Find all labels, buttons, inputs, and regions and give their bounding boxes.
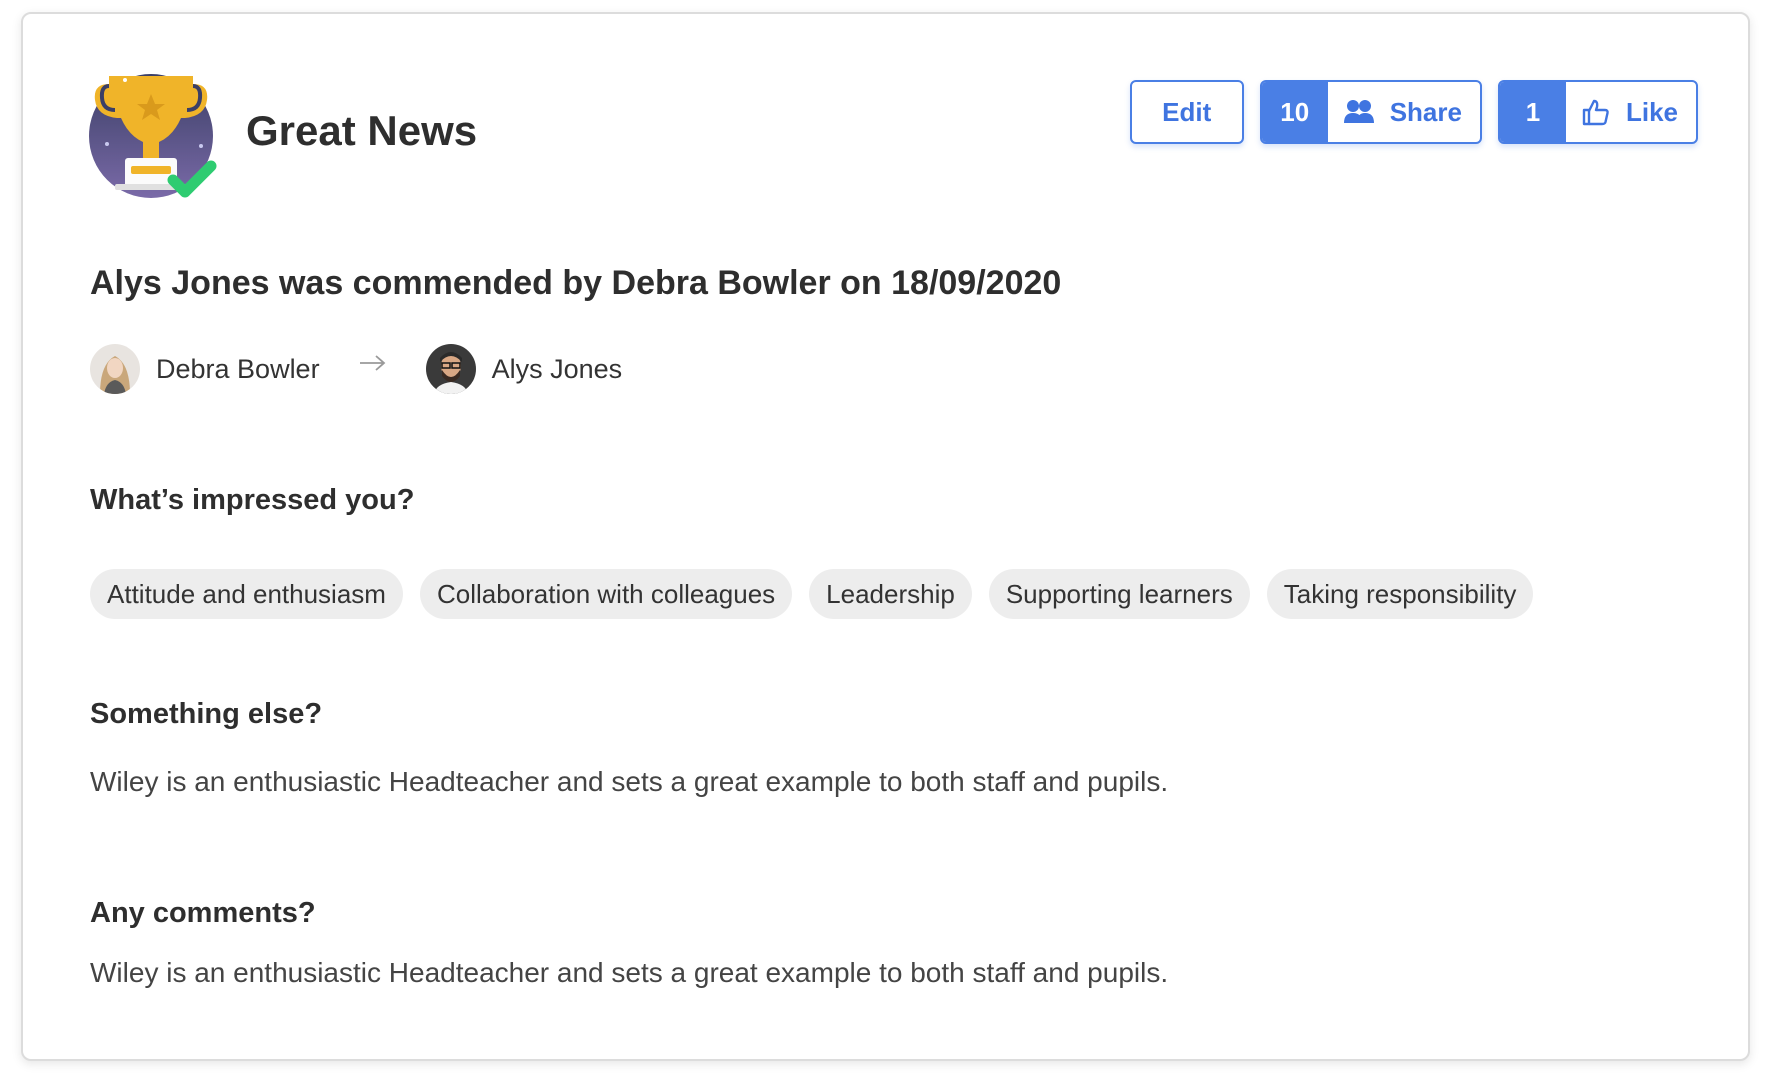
impressed-heading: What’s impressed you? — [90, 484, 415, 516]
commendation-card: Great News Edit 10 Share 1 Like Alys Jon… — [21, 12, 1750, 1061]
tag-chip: Supporting learners — [988, 569, 1250, 619]
comments-heading: Any comments? — [90, 897, 316, 929]
edit-button-label: Edit — [1162, 96, 1212, 127]
tag-chip: Attitude and enthusiasm — [90, 569, 403, 619]
like-button-label: Like — [1625, 96, 1678, 127]
avatar — [425, 344, 476, 394]
avatar — [90, 344, 140, 394]
something-else-heading: Something else? — [90, 698, 323, 730]
tag-chip: Taking responsibility — [1266, 569, 1534, 619]
tag-chip: Collaboration with colleagues — [419, 569, 793, 619]
arrow-right-icon — [359, 355, 385, 371]
something-else-text: Wiley is an enthusiastic Headteacher and… — [90, 766, 1169, 797]
thumbs-up-icon — [1582, 99, 1609, 126]
from-person[interactable]: Debra Bowler — [90, 344, 320, 394]
comments-text: Wiley is an enthusiastic Headteacher and… — [90, 957, 1169, 988]
to-person[interactable]: Alys Jones — [425, 344, 623, 394]
tag-list: Attitude and enthusiasm Collaboration wi… — [90, 569, 1534, 619]
tag-chip: Leadership — [809, 569, 972, 619]
to-person-name: Alys Jones — [491, 353, 623, 384]
share-button[interactable]: 10 Share — [1259, 80, 1482, 144]
people-row: Debra Bowler Alys Jones — [90, 344, 622, 394]
page-title: Great News — [246, 107, 478, 154]
share-count-badge: 10 — [1261, 82, 1328, 142]
people-icon — [1343, 100, 1374, 123]
from-person-name: Debra Bowler — [156, 353, 320, 384]
like-count-badge: 1 — [1499, 82, 1566, 142]
action-bar: Edit 10 Share 1 Like — [1129, 80, 1698, 144]
commendation-headline: Alys Jones was commended by Debra Bowler… — [90, 264, 1062, 302]
trophy-badge-icon — [89, 74, 217, 198]
share-button-label: Share — [1389, 96, 1462, 127]
like-button[interactable]: 1 Like — [1497, 80, 1698, 144]
edit-button[interactable]: Edit — [1129, 80, 1244, 144]
